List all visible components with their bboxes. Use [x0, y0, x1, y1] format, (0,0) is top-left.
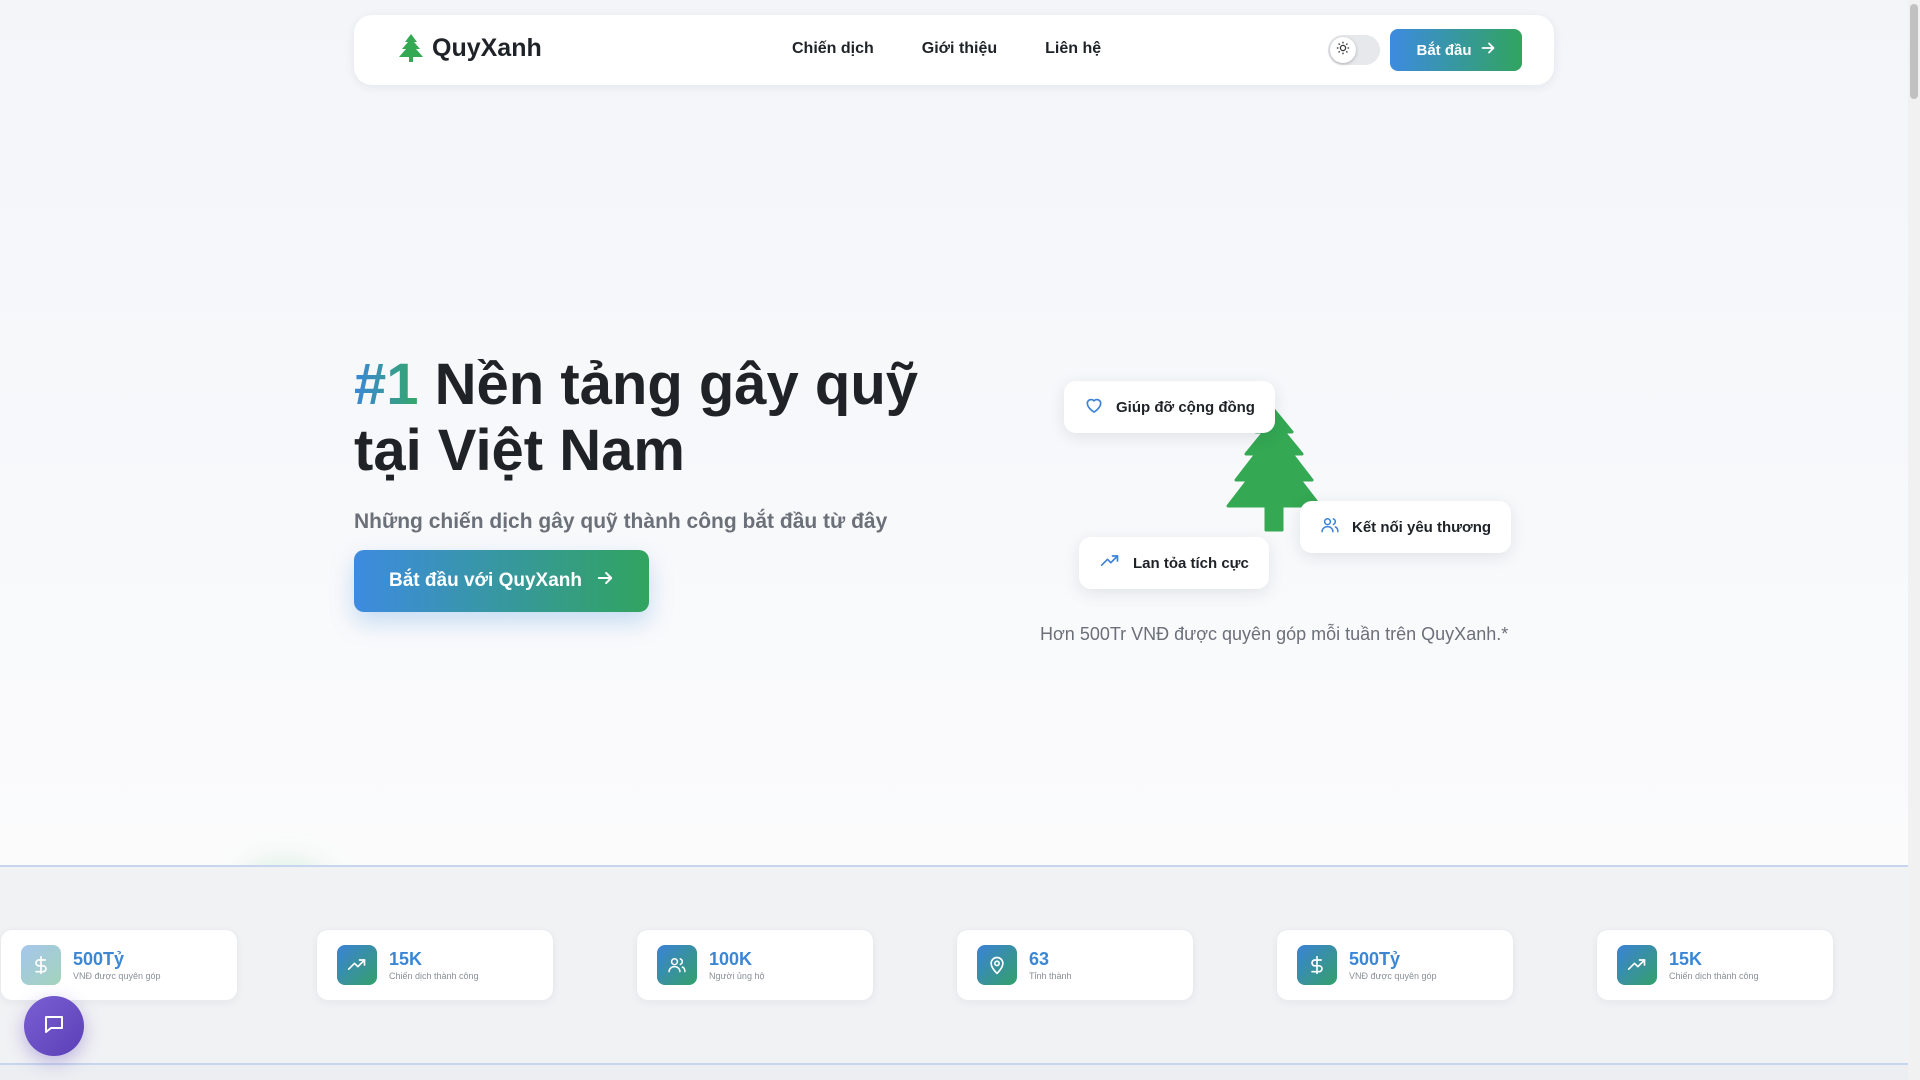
chat-icon — [42, 1012, 66, 1041]
floating-card-connect: Kết nối yêu thương — [1300, 501, 1512, 553]
arrow-right-icon — [1480, 40, 1496, 60]
stat-label: VNĐ được quyên góp — [73, 971, 161, 981]
stat-label: Người ủng hộ — [709, 971, 765, 981]
trending-up-icon — [1617, 945, 1657, 985]
stat-label: Chiến dịch thành công — [1669, 971, 1759, 981]
scrollbar-thumb[interactable] — [1910, 4, 1918, 99]
stat-label: Chiến dịch thành công — [389, 971, 479, 981]
map-pin-icon — [977, 945, 1017, 985]
hero-start-label: Bắt đầu với QuyXanh — [389, 570, 582, 591]
hero-title-accent: #1 — [354, 352, 419, 417]
stat-value: 500Tỷ — [73, 949, 125, 969]
floating-card-label: Giúp đỡ cộng đồng — [1116, 398, 1255, 416]
toggle-knob — [1330, 37, 1356, 63]
stat-card: 63 Tỉnh thành — [956, 929, 1194, 1001]
users-icon — [1320, 515, 1340, 539]
stat-value: 63 — [1029, 949, 1050, 969]
stat-card: 500Tỷ VNĐ được quyên góp — [0, 929, 238, 1001]
users-icon — [657, 945, 697, 985]
chat-launcher-button[interactable] — [24, 996, 84, 1056]
theme-toggle[interactable] — [1328, 35, 1380, 65]
page-scrollbar[interactable] — [1908, 0, 1920, 1080]
floating-card-label: Lan tỏa tích cực — [1133, 554, 1249, 572]
main-nav: Chiến dịch Giới thiệu Liên hệ — [792, 40, 1101, 58]
stat-value: 500Tỷ — [1349, 949, 1401, 969]
floating-card-community: Giúp đỡ cộng đồng — [1064, 381, 1275, 433]
trending-up-icon — [337, 945, 377, 985]
top-navbar: QuyXanh Chiến dịch Giới thiệu Liên hệ Bắ… — [354, 15, 1554, 85]
tree-icon — [398, 33, 424, 63]
stat-card: 15K Chiến dịch thành công — [316, 929, 554, 1001]
stat-card: 100K Người ủng hộ — [636, 929, 874, 1001]
hero-title: #1 Nền tảng gây quỹ tại Việt Nam — [354, 352, 974, 484]
stat-label: Tỉnh thành — [1029, 971, 1072, 981]
trending-up-icon — [1099, 551, 1121, 575]
hero-title-text: Nền tảng gây quỹ tại Việt Nam — [354, 352, 919, 483]
stat-card: 500Tỷ VNĐ được quyên góp — [1276, 929, 1514, 1001]
brand-name: QuyXanh — [432, 33, 542, 62]
header-start-label: Bắt đầu — [1416, 41, 1472, 59]
stat-card: 15K Chiến dịch thành công — [1596, 929, 1834, 1001]
nav-link-about[interactable]: Giới thiệu — [922, 40, 997, 58]
floating-card-spread: Lan tỏa tích cực — [1079, 537, 1269, 589]
header-start-button[interactable]: Bắt đầu — [1390, 29, 1522, 71]
stat-value: 15K — [1669, 949, 1703, 969]
nav-link-contact[interactable]: Liên hệ — [1045, 40, 1101, 58]
hero-start-button[interactable]: Bắt đầu với QuyXanh — [354, 550, 649, 612]
sun-icon — [1336, 41, 1350, 60]
dollar-icon — [21, 945, 61, 985]
stat-label: VNĐ được quyên góp — [1349, 971, 1437, 981]
heart-icon — [1084, 395, 1104, 419]
dollar-icon — [1297, 945, 1337, 985]
brand-logo[interactable]: QuyXanh — [398, 33, 542, 63]
nav-link-campaigns[interactable]: Chiến dịch — [792, 40, 874, 58]
stat-value: 15K — [389, 949, 423, 969]
hero-footnote: Hơn 500Tr VNĐ được quyên góp mỗi tuần tr… — [1040, 624, 1509, 644]
next-section-edge — [0, 1065, 1908, 1080]
hero-subtitle: Những chiến dịch gây quỹ thành công bắt … — [354, 510, 888, 533]
arrow-right-icon — [596, 569, 614, 593]
stat-value: 100K — [709, 949, 753, 969]
floating-card-label: Kết nối yêu thương — [1352, 518, 1492, 536]
